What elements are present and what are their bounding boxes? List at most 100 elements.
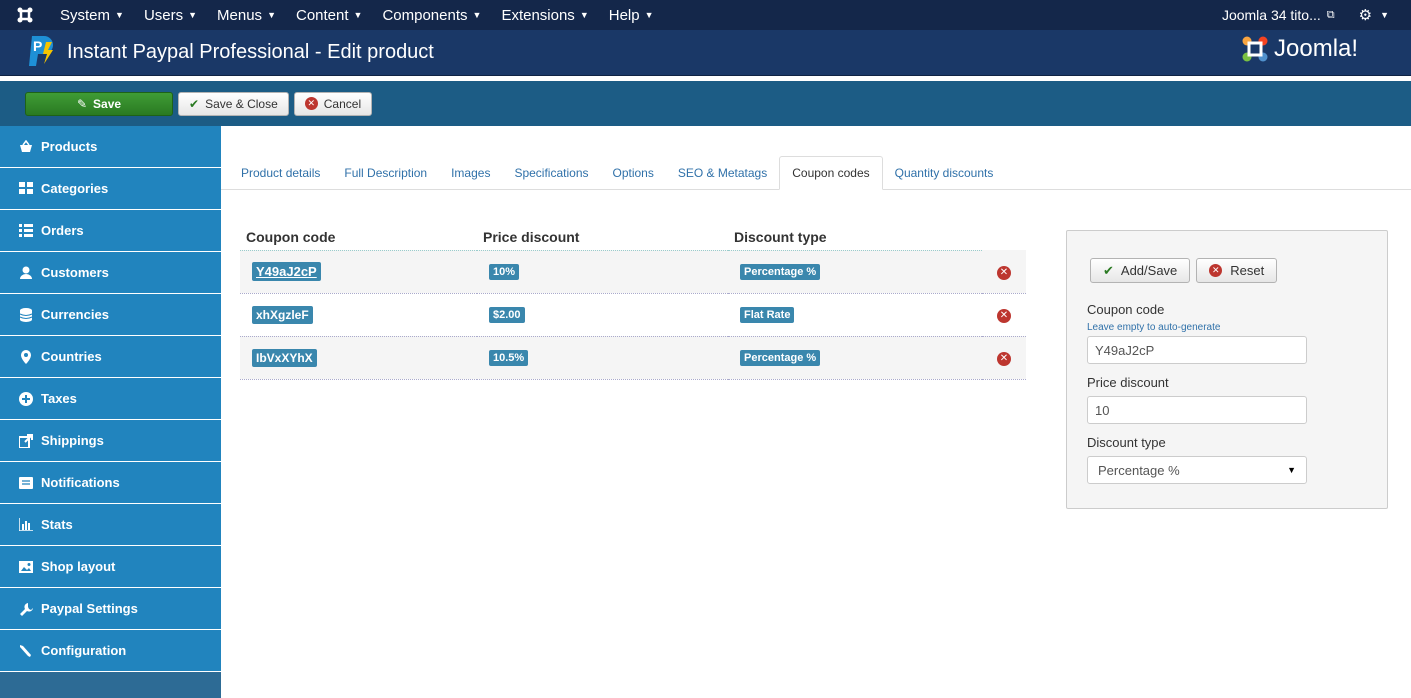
joomla-logo-icon[interactable]	[0, 0, 50, 30]
delete-icon[interactable]: ✕	[997, 351, 1011, 366]
tab-images[interactable]: Images	[439, 156, 502, 189]
tab-product-details[interactable]: Product details	[229, 156, 332, 189]
sidebar-item-label: Products	[41, 139, 98, 154]
sidebar-item-label: Shippings	[41, 433, 104, 448]
discount-type-select[interactable]: Percentage % ▼	[1087, 456, 1307, 484]
price-discount-badge: 10%	[489, 264, 520, 280]
reset-button-label: Reset	[1230, 263, 1265, 278]
sidebar-item-label: Orders	[41, 223, 84, 238]
tab-coupon-codes[interactable]: Coupon codes	[779, 156, 883, 190]
tab-seo-metatags[interactable]: SEO & Metatags	[666, 156, 779, 189]
external-link-icon: ⧉	[1326, 8, 1335, 21]
price-discount-cell: 10.5%	[477, 336, 728, 380]
table-row[interactable]: IbVxXYhX 10.5% Percentage % ✕	[240, 336, 1026, 380]
sidebar-item-paypal-settings[interactable]: Paypal Settings	[0, 588, 221, 630]
joomla-brand: Joomla!	[1240, 34, 1358, 64]
sidebar-item-label: Categories	[41, 181, 109, 196]
coupon-code-link[interactable]: xhXgzleF	[252, 305, 313, 324]
save-button[interactable]: ✎ Save	[25, 91, 173, 116]
tab-options[interactable]: Options	[601, 156, 666, 189]
price-discount-cell: $2.00	[477, 293, 728, 337]
price-discount-value: 10	[1095, 402, 1110, 418]
menu-components[interactable]: Components ▼	[372, 0, 491, 30]
sidebar-item-taxes[interactable]: Taxes	[0, 378, 221, 420]
price-discount-badge: 10.5%	[489, 350, 529, 366]
caret-down-icon: ▼	[579, 10, 589, 20]
coupon-form-panel: ✔ Add/Save ✕ Reset Coupon code Leave emp…	[1066, 230, 1388, 509]
delete-icon[interactable]: ✕	[997, 308, 1011, 323]
coupon-code-cell: IbVxXYhX	[240, 336, 477, 380]
coupon-code-cell: xhXgzleF	[240, 293, 477, 337]
discount-type-badge: Percentage %	[740, 350, 821, 366]
settings-menu[interactable]: ⚙ ▼	[1345, 6, 1411, 24]
sidebar-item-configuration[interactable]: Configuration	[0, 630, 221, 672]
discount-type-label: Discount type	[1087, 435, 1166, 450]
actions-cell: ✕	[982, 336, 1026, 380]
basket-icon	[19, 140, 33, 154]
menu-label: Components	[382, 6, 468, 24]
sidebar-item-orders[interactable]: Orders	[0, 210, 221, 252]
page-title: Instant Paypal Professional - Edit produ…	[67, 41, 434, 63]
menu-users[interactable]: Users ▼	[134, 0, 207, 30]
price-discount-field[interactable]: 10	[1087, 396, 1307, 424]
table-row[interactable]: xhXgzleF $2.00 Flat Rate ✕	[240, 293, 1026, 337]
sidebar-item-label: Taxes	[41, 391, 77, 406]
sidebar-item-countries[interactable]: Countries	[0, 336, 221, 378]
coupon-code-field[interactable]: Y49aJ2cP	[1087, 336, 1307, 364]
delete-icon[interactable]: ✕	[997, 265, 1011, 280]
tab-specifications[interactable]: Specifications	[502, 156, 600, 189]
bar-chart-icon	[19, 518, 33, 532]
sidebar-item-shippings[interactable]: Shippings	[0, 420, 221, 462]
add-save-button[interactable]: ✔ Add/Save	[1090, 258, 1191, 283]
toolbar: ✎ Save ✔ Save & Close ✕ Cancel	[0, 81, 1411, 126]
column-header-price-discount: Price discount	[477, 224, 728, 251]
sidebar-item-label: Paypal Settings	[41, 601, 138, 616]
sidebar-item-categories[interactable]: Categories	[0, 168, 221, 210]
paypal-pro-icon: P	[24, 34, 58, 72]
sidebar-item-stats[interactable]: Stats	[0, 504, 221, 546]
site-link-label: Joomla 34 tito...	[1221, 7, 1321, 23]
edit-icon: ✎	[76, 96, 88, 111]
menu-label: Extensions	[501, 6, 575, 24]
menu-system[interactable]: System ▼	[50, 0, 134, 30]
sidebar-item-label: Countries	[41, 349, 102, 364]
coupon-table: Coupon code Price discount Discount type…	[240, 224, 1026, 380]
menu-help[interactable]: Help ▼	[599, 0, 664, 30]
sidebar-item-label: Currencies	[41, 307, 109, 322]
menu-content[interactable]: Content ▼	[286, 0, 372, 30]
save-button-label: Save	[93, 96, 122, 111]
site-link[interactable]: Joomla 34 tito... ⧉	[1212, 7, 1345, 23]
caret-down-icon: ▼	[188, 10, 198, 20]
sidebar-item-products[interactable]: Products	[0, 126, 221, 168]
cancel-button[interactable]: ✕ Cancel	[293, 91, 373, 116]
sidebar-item-customers[interactable]: Customers	[0, 252, 221, 294]
sidebar-item-label: Stats	[41, 517, 73, 532]
coupon-code-link[interactable]: IbVxXYhX	[252, 348, 317, 367]
caret-down-icon: ▼	[353, 10, 363, 20]
sidebar-item-label: Notifications	[41, 475, 120, 490]
sidebar-item-shop-layout[interactable]: Shop layout	[0, 546, 221, 588]
menu-menus[interactable]: Menus ▼	[207, 0, 286, 30]
tab-quantity-discounts[interactable]: Quantity discounts	[883, 156, 1006, 189]
caret-down-icon: ▼	[644, 10, 654, 20]
coupon-code-value: Y49aJ2cP	[1095, 342, 1155, 358]
caret-down-icon: ▼	[472, 10, 482, 20]
caret-down-icon: ▼	[267, 10, 276, 20]
table-row[interactable]: Y49aJ2cP 10% Percentage % ✕	[240, 250, 1026, 294]
coupon-code-link[interactable]: Y49aJ2cP	[252, 262, 321, 281]
save-close-button[interactable]: ✔ Save & Close	[178, 91, 289, 116]
column-header-discount-type: Discount type	[728, 224, 982, 251]
menu-label: Help	[608, 6, 640, 24]
menu-label: System	[60, 6, 111, 24]
database-icon	[19, 307, 33, 322]
caret-down-icon: ▼	[1380, 10, 1389, 20]
sidebar-item-currencies[interactable]: Currencies	[0, 294, 221, 336]
discount-type-cell: Percentage %	[728, 250, 982, 294]
sidebar-item-notifications[interactable]: Notifications	[0, 462, 221, 504]
tab-full-description[interactable]: Full Description	[332, 156, 439, 189]
reset-button[interactable]: ✕ Reset	[1196, 258, 1278, 283]
menu-extensions[interactable]: Extensions ▼	[491, 0, 598, 30]
form-button-row: ✔ Add/Save ✕ Reset	[1090, 258, 1278, 283]
price-discount-cell: 10%	[477, 250, 728, 294]
caret-down-icon: ▼	[1287, 465, 1296, 475]
